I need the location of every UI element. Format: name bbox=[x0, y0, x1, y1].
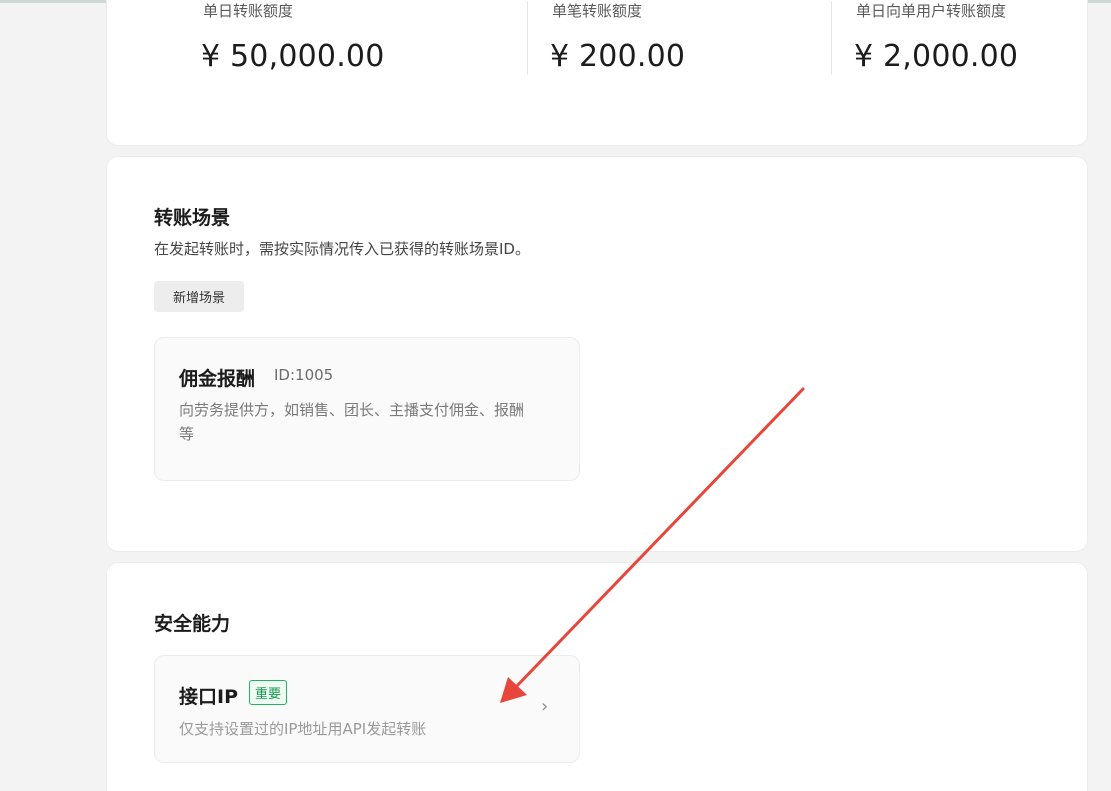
limit-per-user-label: 单日向单用户转账额度 bbox=[856, 2, 1007, 20]
scene-description-line1: 向劳务提供方，如销售、团长、主播支付佣金、报酬 bbox=[179, 401, 525, 419]
scene-description-line2: 等 bbox=[179, 425, 195, 443]
divider bbox=[831, 1, 832, 75]
security-title: 安全能力 bbox=[154, 613, 231, 635]
security-card: 安全能力 接口IP 重要 仅支持设置过的IP地址用API发起转账 › bbox=[106, 562, 1088, 791]
chevron-right-icon[interactable]: › bbox=[541, 696, 548, 717]
api-ip-title: 接口IP bbox=[179, 686, 238, 708]
limit-per-user-value: ¥ 2,000.00 bbox=[854, 39, 1019, 74]
security-tile-api-ip[interactable]: 接口IP 重要 仅支持设置过的IP地址用API发起转账 › bbox=[154, 655, 580, 763]
scene-description: 向劳务提供方，如销售、团长、主播支付佣金、报酬 等 bbox=[179, 398, 524, 446]
scenes-description: 在发起转账时，需按实际情况传入已获得的转账场景ID。 bbox=[154, 240, 530, 258]
scenes-card: 转账场景 在发起转账时，需按实际情况传入已获得的转账场景ID。 新增场景 佣金报… bbox=[106, 156, 1088, 552]
limit-daily-label: 单日转账额度 bbox=[203, 2, 294, 20]
limit-single-label: 单笔转账额度 bbox=[552, 2, 643, 20]
scene-tile-commission[interactable]: 佣金报酬 ID:1005 向劳务提供方，如销售、团长、主播支付佣金、报酬 等 bbox=[154, 337, 580, 481]
limits-card: 单日转账额度 ¥ 50,000.00 单笔转账额度 ¥ 200.00 单日向单用… bbox=[106, 0, 1088, 146]
limit-single-value: ¥ 200.00 bbox=[550, 39, 686, 74]
add-scene-button[interactable]: 新增场景 bbox=[154, 281, 244, 312]
important-badge: 重要 bbox=[249, 680, 288, 705]
api-ip-description: 仅支持设置过的IP地址用API发起转账 bbox=[179, 720, 427, 738]
scene-name: 佣金报酬 bbox=[179, 368, 256, 390]
scene-id: ID:1005 bbox=[274, 366, 334, 384]
divider bbox=[527, 1, 528, 75]
limit-daily-value: ¥ 50,000.00 bbox=[201, 39, 385, 74]
page: 单日转账额度 ¥ 50,000.00 单笔转账额度 ¥ 200.00 单日向单用… bbox=[0, 0, 1111, 791]
scenes-title: 转账场景 bbox=[154, 207, 231, 229]
